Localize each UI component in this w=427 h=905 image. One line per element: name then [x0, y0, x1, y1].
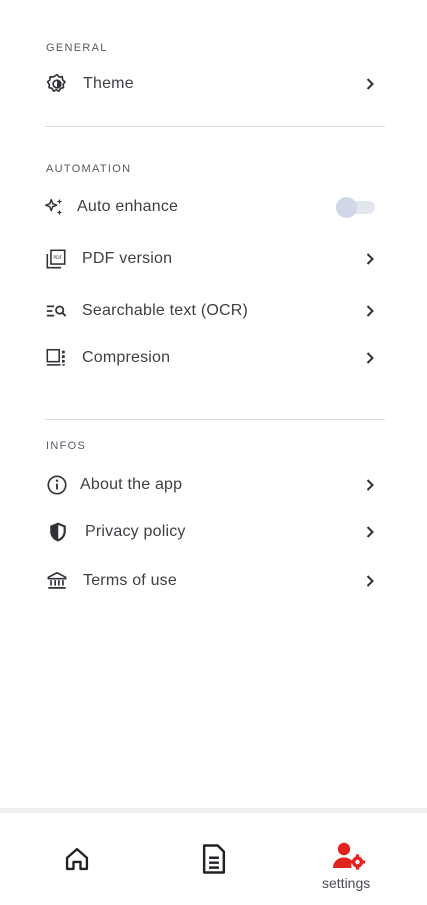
settings-item-terms[interactable]: Terms of use [0, 561, 427, 601]
document-icon [202, 844, 226, 874]
shield-icon [50, 522, 66, 542]
ocr-icon [46, 305, 67, 317]
chevron-right-icon [366, 305, 374, 317]
theme-icon [46, 73, 66, 92]
privacy-label: Privacy policy [85, 523, 186, 540]
terms-label: Terms of use [83, 572, 177, 589]
divider [45, 126, 385, 127]
info-icon [47, 475, 67, 495]
settings-item-theme[interactable]: Theme [0, 64, 427, 104]
settings-item-auto-enhance[interactable]: Auto enhance [0, 187, 427, 227]
chevron-right-icon [366, 352, 374, 364]
theme-label: Theme [83, 75, 134, 92]
bank-icon [47, 571, 67, 589]
bottom-navigation: settings [0, 808, 427, 905]
nav-settings-label: settings [322, 875, 371, 891]
chevron-right-icon [366, 575, 374, 587]
home-icon [65, 847, 89, 871]
settings-item-compression[interactable]: Compresion [0, 338, 427, 378]
about-label: About the app [80, 476, 183, 493]
compression-label: Compresion [82, 349, 171, 366]
user-settings-icon [333, 842, 366, 870]
nav-settings[interactable]: settings [312, 813, 387, 905]
svg-text:PDF: PDF [53, 255, 62, 261]
auto-enhance-label: Auto enhance [77, 198, 179, 215]
auto-enhance-toggle[interactable] [335, 196, 375, 218]
settings-item-privacy[interactable]: Privacy policy [0, 512, 427, 552]
ocr-label: Searchable text (OCR) [82, 302, 249, 319]
section-title-general: GENERAL [46, 42, 108, 54]
nav-home[interactable] [40, 813, 115, 905]
settings-item-pdf-version[interactable]: PDF PDF version [0, 239, 427, 279]
chevron-right-icon [366, 78, 374, 90]
toggle-thumb [336, 197, 357, 218]
section-title-automation: AUTOMATION [46, 163, 132, 175]
settings-item-about[interactable]: About the app [0, 465, 427, 505]
section-title-infos: INFOS [46, 440, 87, 452]
chevron-right-icon [366, 253, 374, 265]
pdf-icon: PDF [46, 249, 66, 269]
compression-icon [46, 348, 65, 366]
divider [45, 419, 385, 420]
chevron-right-icon [366, 526, 374, 538]
settings-item-ocr[interactable]: Searchable text (OCR) [0, 291, 427, 331]
sparkle-icon [45, 198, 63, 216]
pdf-version-label: PDF version [82, 250, 173, 267]
nav-documents[interactable] [176, 813, 251, 905]
chevron-right-icon [366, 479, 374, 491]
